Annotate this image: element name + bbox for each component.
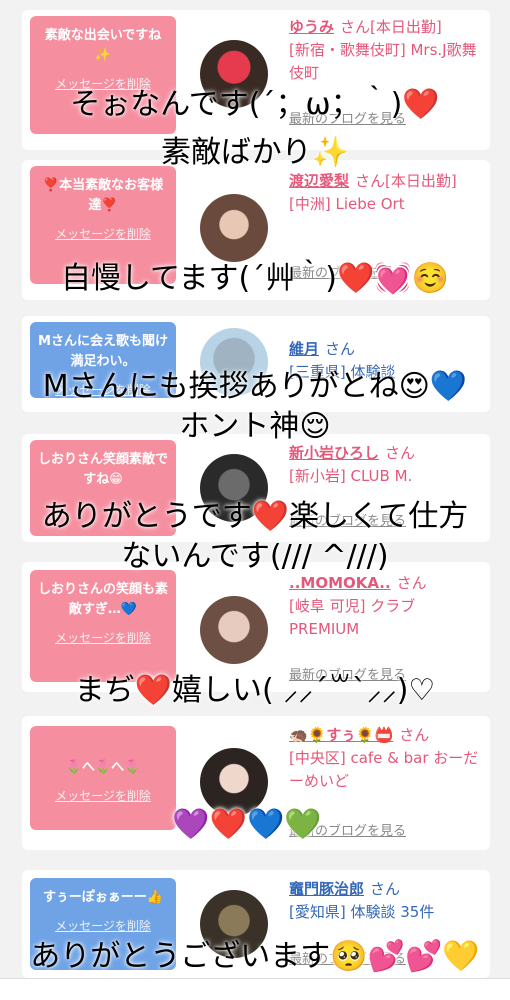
delete-message-link[interactable]: メッセージを削除 (38, 786, 168, 806)
user-info: ゆうみ さん[本日出勤] [新宿・歌舞伎町] Mrs.J歌舞伎町 (289, 16, 485, 85)
delete-message-link[interactable]: メッセージを削除 (38, 916, 168, 936)
status-badge: [本日出勤] (385, 172, 457, 190)
bottom-bar (0, 978, 510, 1000)
location: [岐阜 可児] クラブPREMIUM (289, 597, 416, 638)
user-info: 竈門豚治郎 さん [愛知県] 体験談 35件 (289, 878, 485, 924)
user-info: 新小岩ひろし さん [新小岩] CLUB M. (289, 442, 485, 488)
user-info: 渡辺愛梨 さん[本日出勤] [中洲] Liebe Ort (289, 170, 485, 216)
overlay-caption: ありがとうです❤️楽しくて仕方 (41, 499, 469, 534)
delete-message-link[interactable]: メッセージを削除 (38, 224, 168, 244)
user-name-link[interactable]: ..MOMOKA.. (289, 574, 391, 592)
user-name-link[interactable]: 🦔🌻すぅ🌻📛 (289, 726, 393, 744)
overlay-caption: そぉなんです(´；ω；｀)❤️ (70, 87, 440, 122)
avatar[interactable] (200, 748, 268, 816)
honorific: さん (370, 880, 401, 898)
honorific: さん (399, 726, 430, 744)
user-info: 🦔🌻すぅ🌻📛 さん [中央区] cafe & bar おーだーめいど (289, 724, 485, 793)
overlay-caption: ありがとうございます🥺💕💕💛 (30, 939, 480, 974)
honorific: さん (325, 340, 356, 358)
overlay-caption: 素敵ばかり✨ (161, 135, 349, 170)
overlay-caption: ホント神😌 (179, 409, 331, 444)
user-name-link[interactable]: 新小岩ひろし (289, 444, 379, 462)
location: [中央区] cafe & bar おーだーめいど (289, 749, 479, 790)
user-name-link[interactable]: ゆうみ (289, 18, 334, 36)
avatar[interactable] (200, 194, 268, 262)
status-badge: [本日出勤] (370, 18, 442, 36)
message-card: 素敵な出会いですね✨ メッセージを削除 ゆうみ さん[本日出勤] [新宿・歌舞伎町… (22, 10, 490, 150)
location: [新宿・歌舞伎町] Mrs.J歌舞伎町 (289, 41, 477, 82)
overlay-caption: まぢ❤️嬉しい( ⸝⸝´꒳`⸝⸝)♡ (74, 673, 436, 708)
overlay-emoji-row: 💜❤️💙💚 (172, 807, 322, 842)
overlay-caption: ないんです(/// ^///) (121, 539, 389, 574)
message-text: Mさんに会え歌も聞け満足わい。 (38, 334, 168, 369)
delete-message-link[interactable]: メッセージを削除 (38, 628, 168, 648)
honorific: さん (355, 172, 386, 190)
message-text: しおりさん笑顔素敵ですね😁 (38, 452, 169, 487)
message-text: しおりさんの笑顔も素敵すぎ…💙 (38, 582, 169, 617)
location: [中洲] Liebe Ort (289, 195, 405, 213)
location: [愛知県] 体験談 35件 (289, 903, 435, 921)
message-text: 🌷へ🌷へ🌷 (65, 760, 141, 775)
user-name-link[interactable]: 竈門豚治郎 (289, 880, 364, 898)
honorific: さん (340, 18, 371, 36)
location: [新小岩] CLUB M. (289, 467, 413, 485)
message-bubble: しおりさんの笑顔も素敵すぎ…💙 メッセージを削除 (30, 570, 176, 682)
overlay-caption: Mさんにも挨拶ありがとね😍💙 (42, 369, 468, 404)
message-text: すぅーぽぉぁーー👍 (43, 890, 163, 905)
message-text: ❣️本当素敵なお客様達❣️ (42, 178, 164, 213)
honorific: さん (396, 574, 427, 592)
avatar[interactable] (200, 596, 268, 664)
user-info: ..MOMOKA.. さん [岐阜 可児] クラブPREMIUM (289, 572, 485, 641)
user-name-link[interactable]: 維月 (289, 340, 319, 358)
overlay-caption: 自慢してます(´艸｀)❤️💓☺️ (60, 261, 450, 296)
honorific: さん (385, 444, 416, 462)
user-name-link[interactable]: 渡辺愛梨 (289, 172, 349, 190)
message-text: 素敵な出会いですね✨ (44, 28, 162, 63)
